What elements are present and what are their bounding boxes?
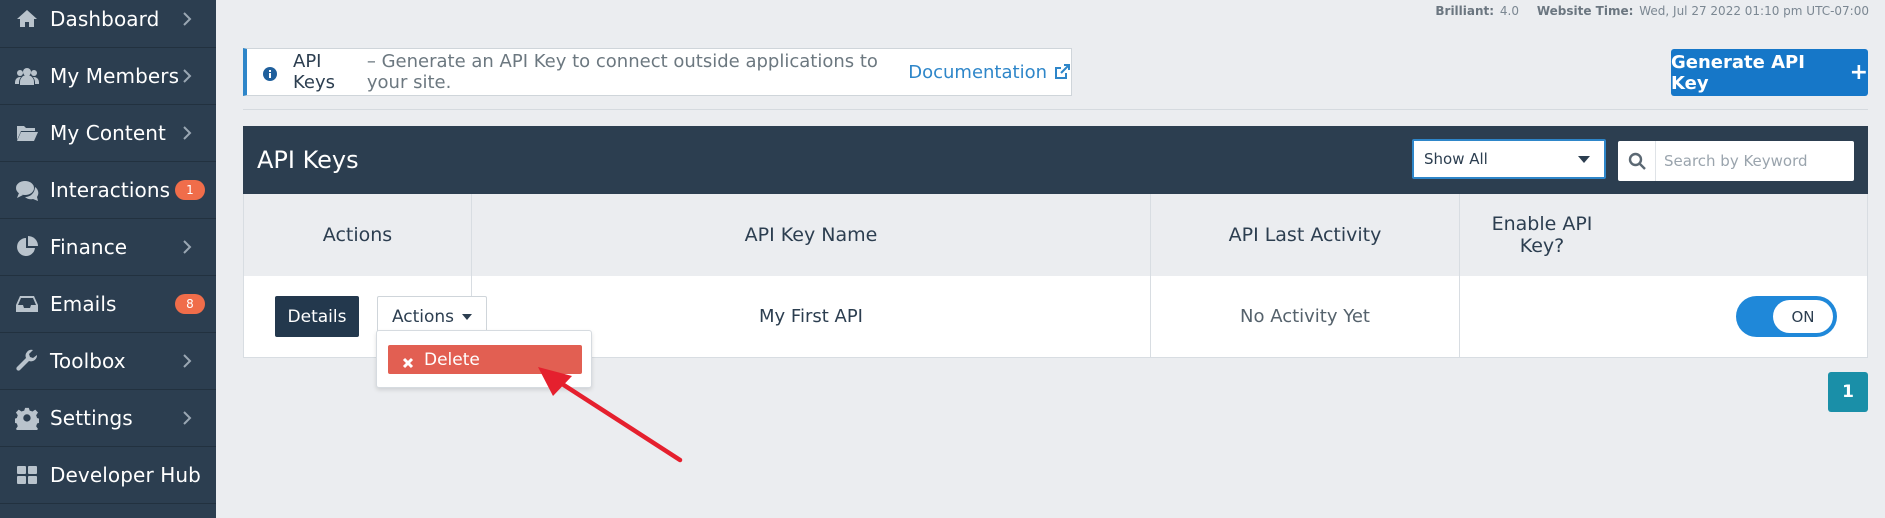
gear-icon [14,405,40,431]
sidebar-item-label: My Content [50,121,166,145]
divider [243,109,1868,110]
generate-api-key-label: Generate API Key [1671,51,1805,94]
column-header-actions: Actions [322,224,393,246]
toggle-state-label: ON [1773,300,1833,333]
annotation-arrow [538,367,683,463]
column-header-name: API Key Name [744,224,878,246]
chevron-right-icon [182,125,194,141]
search-icon[interactable] [1618,141,1656,181]
grid-icon [14,462,40,488]
sidebar-item-settings[interactable]: Settings [0,390,216,447]
pagination-page-1[interactable]: 1 [1828,372,1868,412]
sidebar-item-label: Developer Hub [50,463,201,487]
pie-chart-icon [14,234,40,260]
column-divider [1459,194,1460,357]
users-icon [14,63,40,89]
sidebar-item-label: Interactions [50,178,171,202]
sidebar-item-my-members[interactable]: My Members [0,48,216,105]
sidebar-item-finance[interactable]: Finance [0,219,216,276]
sidebar-item-label: Emails [50,292,117,316]
sidebar-item-label: Toolbox [50,349,126,373]
sidebar-item-label: Finance [50,235,128,259]
info-callout: API Keys – Generate an API Key to connec… [243,48,1072,96]
caret-down-icon [462,313,473,320]
plus-icon: + [1849,60,1868,85]
caret-down-icon [1578,156,1590,163]
notification-badge: 1 [175,180,205,200]
sidebar-item-dashboard[interactable]: Dashboard [0,0,216,48]
times-icon [402,354,414,368]
sidebar-item-developer-hub[interactable]: Developer Hub [0,447,216,504]
site-meta: Brilliant: 4.0 Website Time: Wed, Jul 27… [1435,4,1869,18]
sidebar: Dashboard My Members My Content Interact… [0,0,216,518]
website-time-value: Wed, Jul 27 2022 01:10 pm UTC-07:00 [1639,4,1869,18]
chevron-right-icon [182,410,194,426]
version-value: 4.0 [1499,4,1519,18]
panel-title: API Keys [257,146,359,174]
chevron-right-icon [182,11,194,27]
delete-label: Delete [424,349,480,370]
folder-open-icon [14,120,40,146]
enable-api-key-toggle[interactable]: ON [1736,296,1837,337]
sidebar-item-label: Settings [50,406,133,430]
search-box [1618,141,1854,181]
details-button[interactable]: Details [275,296,359,337]
api-last-activity: No Activity Yet [1240,306,1370,327]
column-header-last-activity: API Last Activity [1228,224,1382,246]
info-title: API Keys [293,51,336,93]
sidebar-item-toolbox[interactable]: Toolbox [0,333,216,390]
info-circle-icon [263,65,277,81]
actions-dropdown-label: Actions [391,306,455,327]
comments-icon [14,177,40,203]
documentation-link[interactable]: Documentation [908,62,1047,83]
sidebar-item-interactions[interactable]: Interactions 1 [0,162,216,219]
home-icon [14,6,40,32]
sidebar-item-emails[interactable]: Emails 8 [0,276,216,333]
chevron-right-icon [182,353,194,369]
filter-selected-value: Show All [1424,150,1488,168]
chevron-right-icon [182,239,194,255]
generate-api-key-button[interactable]: Generate API Key + [1671,49,1868,96]
version-label: Brilliant: [1435,4,1495,18]
inbox-icon [14,291,40,317]
external-link-icon[interactable] [1053,63,1071,81]
chevron-right-icon [182,68,194,84]
sidebar-item-label: Dashboard [50,7,160,31]
website-time-label: Website Time: [1536,4,1634,18]
wrench-icon [14,348,40,374]
sidebar-item-my-content[interactable]: My Content [0,105,216,162]
notification-badge: 8 [175,294,205,314]
sidebar-item-label: My Members [50,64,180,88]
search-input[interactable] [1664,152,1844,170]
info-description: – Generate an API Key to connect outside… [366,51,878,93]
panel-header: API Keys Show All [243,126,1868,194]
filter-select[interactable]: Show All [1412,139,1606,179]
column-header-enable: Enable API Key? [1491,213,1593,257]
